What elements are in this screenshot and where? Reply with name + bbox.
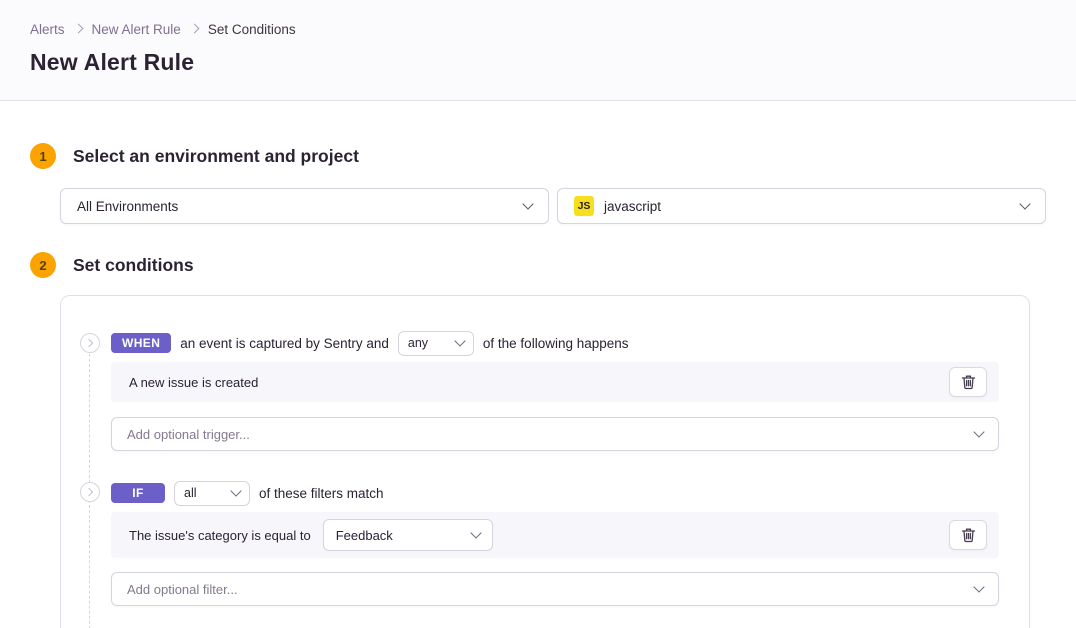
- when-text-before: an event is captured by Sentry and: [180, 336, 389, 351]
- add-optional-filter-select[interactable]: Add optional filter...: [111, 572, 999, 606]
- step1-title: Select an environment and project: [73, 146, 359, 167]
- when-badge: WHEN: [111, 333, 171, 353]
- conditions-panel: WHEN an event is captured by Sentry and …: [60, 295, 1030, 628]
- chevron-down-icon: [470, 527, 481, 538]
- step2-number-badge: 2: [30, 252, 56, 278]
- page-title: New Alert Rule: [30, 49, 1046, 76]
- filter-rule-row: The issue's category is equal to Feedbac…: [111, 512, 999, 558]
- trash-icon: [961, 527, 976, 543]
- breadcrumb-item-new-alert-rule[interactable]: New Alert Rule: [92, 22, 181, 37]
- page-header: Alerts New Alert Rule Set Conditions New…: [0, 0, 1076, 101]
- if-match-select[interactable]: all: [174, 481, 250, 506]
- breadcrumb-separator-icon: [73, 24, 83, 34]
- step1-number-badge: 1: [30, 143, 56, 169]
- delete-filter-button[interactable]: [949, 520, 987, 550]
- chevron-down-icon: [230, 485, 241, 496]
- chevron-down-icon: [454, 335, 465, 346]
- trigger-rule-label: A new issue is created: [129, 375, 949, 390]
- when-condition-line: WHEN an event is captured by Sentry and …: [111, 332, 999, 354]
- trigger-rule-row: A new issue is created: [111, 362, 999, 402]
- breadcrumb: Alerts New Alert Rule Set Conditions: [30, 22, 1046, 37]
- when-match-value: any: [408, 336, 428, 350]
- javascript-platform-icon: JS: [574, 196, 594, 216]
- chevron-right-icon: [85, 339, 93, 347]
- chevron-down-icon: [1019, 198, 1030, 209]
- environment-select[interactable]: All Environments: [60, 188, 549, 224]
- breadcrumb-item-set-conditions: Set Conditions: [208, 22, 296, 37]
- delete-trigger-button[interactable]: [949, 367, 987, 397]
- filter-category-select[interactable]: Feedback: [323, 519, 493, 551]
- chevron-down-icon: [973, 426, 984, 437]
- filter-category-value: Feedback: [336, 528, 393, 543]
- project-select[interactable]: JS javascript: [557, 188, 1046, 224]
- step1-header: 1 Select an environment and project: [30, 143, 1046, 169]
- if-collapse-icon[interactable]: [80, 482, 100, 502]
- add-trigger-placeholder: Add optional trigger...: [127, 427, 975, 442]
- when-match-select[interactable]: any: [398, 331, 474, 356]
- environment-select-value: All Environments: [77, 199, 524, 214]
- project-select-value: javascript: [604, 199, 1021, 214]
- if-text-after: of these filters match: [259, 486, 384, 501]
- if-match-value: all: [184, 486, 197, 500]
- step2-title: Set conditions: [73, 255, 194, 276]
- if-badge: IF: [111, 483, 165, 503]
- when-collapse-icon[interactable]: [80, 333, 100, 353]
- when-text-after: of the following happens: [483, 336, 629, 351]
- chevron-right-icon: [85, 488, 93, 496]
- chevron-down-icon: [973, 581, 984, 592]
- filter-rule-label: The issue's category is equal to: [129, 528, 311, 543]
- if-condition-line: IF all of these filters match: [111, 482, 999, 504]
- environment-project-row: All Environments JS javascript: [60, 188, 1046, 224]
- breadcrumb-item-alerts[interactable]: Alerts: [30, 22, 65, 37]
- add-optional-trigger-select[interactable]: Add optional trigger...: [111, 417, 999, 451]
- chevron-down-icon: [522, 198, 533, 209]
- add-filter-placeholder: Add optional filter...: [127, 582, 975, 597]
- main-content: 1 Select an environment and project All …: [0, 101, 1076, 628]
- trash-icon: [961, 374, 976, 390]
- step2-header: 2 Set conditions: [30, 252, 1046, 278]
- breadcrumb-separator-icon: [189, 24, 199, 34]
